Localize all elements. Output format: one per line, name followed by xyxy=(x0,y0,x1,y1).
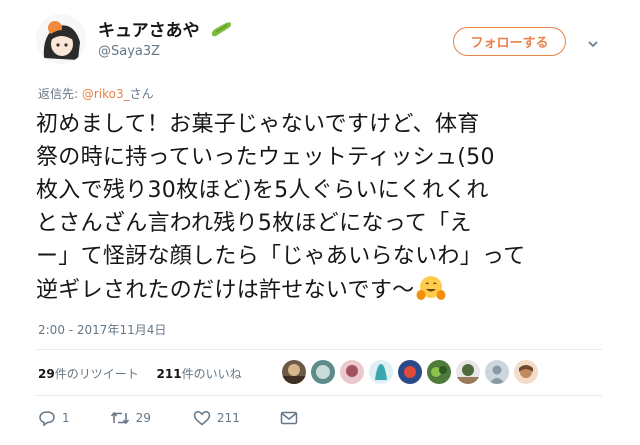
direct-message-button[interactable] xyxy=(280,410,298,426)
reply-icon xyxy=(39,411,55,426)
liker-avatar[interactable] xyxy=(281,359,307,385)
engagement-stats: 29件のリツイート 211件のいいね xyxy=(38,365,242,382)
liker-avatar[interactable] xyxy=(513,359,539,385)
user-handle[interactable]: @Saya3Z xyxy=(98,44,160,59)
liker-avatar[interactable] xyxy=(426,359,452,385)
like-button[interactable]: 211 xyxy=(193,410,240,426)
envelope-icon xyxy=(280,411,298,425)
retweets-stat[interactable]: 29件のリツイート xyxy=(38,367,139,381)
likes-stat-label: 件のいいね xyxy=(181,367,242,381)
heart-icon xyxy=(193,411,211,426)
likers-avatars xyxy=(281,359,539,387)
tweet-timestamp[interactable]: 2:00 - 2017年11月4日 xyxy=(38,321,166,338)
avatar-image xyxy=(36,14,86,64)
tweet-line: 枚入で残り30枚ほど)を5人ぐらいにくれくれ xyxy=(36,178,489,203)
cucumber-icon xyxy=(211,22,231,37)
retweets-stat-count: 29 xyxy=(38,367,55,381)
chevron-down-icon xyxy=(588,41,598,48)
reply-to-mention[interactable]: @riko3_ xyxy=(82,87,130,101)
liker-avatar[interactable] xyxy=(310,359,336,385)
tweet-actions: 1 29 211 xyxy=(38,408,298,428)
retweet-count: 29 xyxy=(135,411,151,425)
retweet-button[interactable]: 29 xyxy=(110,410,151,426)
follow-button[interactable]: フォローする xyxy=(453,27,566,56)
tweet-line-text: 逆ギレされたのだけは許せないです～ xyxy=(36,278,415,303)
display-name[interactable]: キュアさあや xyxy=(98,16,233,41)
tweet-text: 初めまして！お菓子じゃないですけど、体育 祭の時に持っていったウェットティッシュ… xyxy=(36,108,616,307)
liker-avatar[interactable] xyxy=(455,359,481,385)
follow-button-label: フォローする xyxy=(470,36,549,51)
more-options-button[interactable] xyxy=(587,35,599,48)
liker-avatar[interactable] xyxy=(339,359,365,385)
like-count: 211 xyxy=(216,411,240,425)
divider xyxy=(36,349,602,350)
tweet-line-last: 逆ギレされたのだけは許せないです～ xyxy=(36,273,616,307)
reply-to-prefix: 返信先: xyxy=(38,87,82,101)
tweet-line: 初めまして！お菓子じゃないですけど、体育 xyxy=(36,112,480,137)
tweet-line: ー」て怪訝な顔したら「じゃあいらないわ」って xyxy=(36,244,526,269)
user-avatar[interactable] xyxy=(36,14,86,64)
retweets-stat-label: 件のリツイート xyxy=(54,367,139,381)
liker-avatar[interactable] xyxy=(368,359,394,385)
likes-stat-count: 211 xyxy=(156,367,182,381)
display-name-text: キュアさあや xyxy=(98,21,200,41)
hugging-face-emoji-icon xyxy=(416,276,446,300)
retweet-icon xyxy=(110,411,129,425)
reply-to-context: 返信先: @riko3_さん xyxy=(38,85,154,102)
reply-to-suffix: さん xyxy=(129,87,154,101)
liker-avatar[interactable] xyxy=(397,359,423,385)
liker-avatar-default[interactable] xyxy=(484,359,510,385)
likes-stat[interactable]: 211件のいいね xyxy=(157,367,242,381)
reply-button[interactable]: 1 xyxy=(38,410,70,426)
reply-count: 1 xyxy=(62,411,70,425)
tweet-line: 祭の時に持っていったウェットティッシュ(50 xyxy=(36,145,495,170)
tweet-line: とさんざん言われ残り5枚ほどになって「え xyxy=(36,211,472,236)
divider xyxy=(36,395,602,396)
